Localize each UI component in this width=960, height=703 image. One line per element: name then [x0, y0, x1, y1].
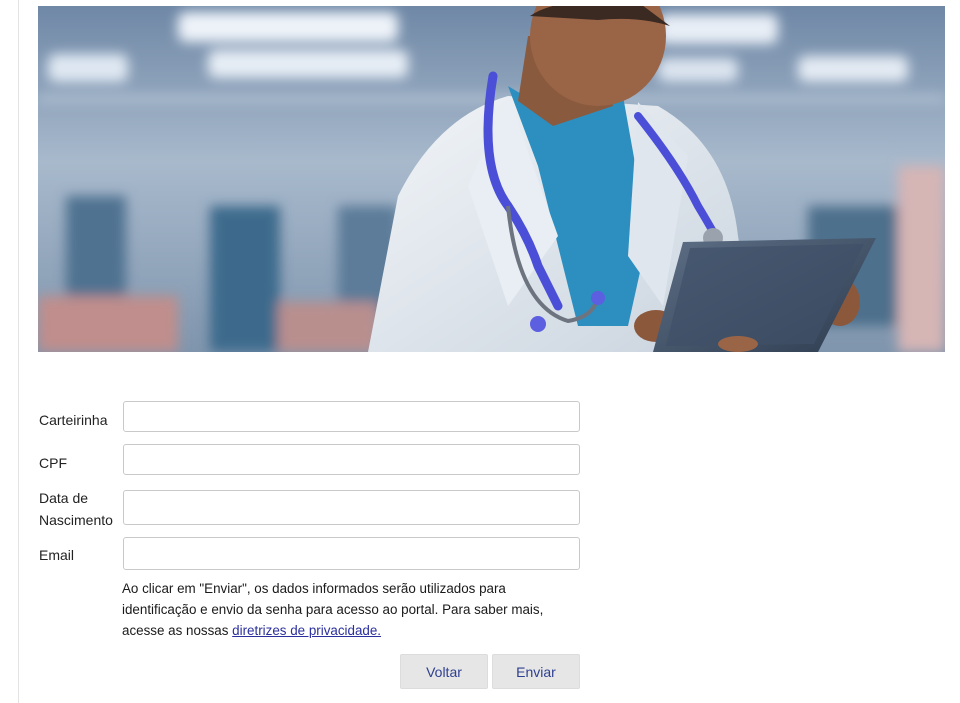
email-input[interactable]: [123, 537, 580, 570]
carteirinha-label: Carteirinha: [39, 412, 108, 428]
privacy-notice: Ao clicar em "Enviar", os dados informad…: [122, 578, 572, 641]
back-button[interactable]: Voltar: [400, 654, 488, 689]
page-left-border: [18, 0, 19, 703]
cpf-input[interactable]: [123, 444, 580, 475]
carteirinha-input[interactable]: [123, 401, 580, 432]
data-nascimento-label: Data de Nascimento: [39, 490, 113, 528]
email-label: Email: [39, 547, 75, 563]
hero-image: [38, 6, 945, 352]
cpf-label: CPF: [39, 455, 67, 471]
submit-button[interactable]: Enviar: [492, 654, 580, 689]
privacy-policy-link[interactable]: diretrizes de privacidade.: [232, 623, 381, 638]
data-nascimento-input[interactable]: [123, 490, 580, 525]
